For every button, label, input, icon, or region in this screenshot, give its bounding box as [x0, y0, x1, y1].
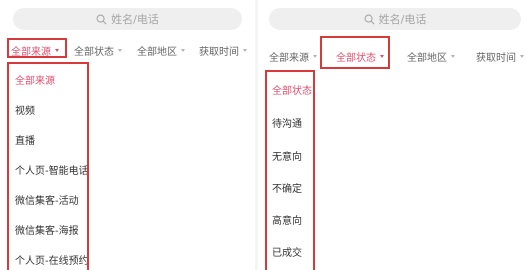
source-option[interactable]: 个人页-智能电话	[15, 162, 89, 177]
filter-region-label: 全部地区	[137, 47, 177, 58]
source-filter-panel: 姓名/电话 全部来源 全部状态 全部地区 获取时间 全部来源 视频 直播 个人页…	[0, 0, 255, 270]
status-option[interactable]: 全部状态	[272, 82, 312, 97]
search-icon	[96, 14, 107, 24]
status-filter-panel: 姓名/电话 全部来源 全部状态 全部地区 获取时间 全部状态 待沟通 无意向 不…	[258, 0, 527, 270]
source-option[interactable]: 个人页-在线预约	[15, 252, 89, 267]
filter-time-label: 获取时间	[476, 53, 516, 64]
caret-down-icon	[118, 49, 122, 52]
highlight-box	[265, 70, 315, 270]
search-icon	[364, 14, 375, 24]
filter-status-label: 全部状态	[74, 47, 114, 58]
filter-source-label: 全部来源	[269, 53, 309, 64]
caret-down-icon	[520, 55, 524, 58]
source-option[interactable]: 微信集客-活动	[15, 192, 79, 207]
filter-region[interactable]: 全部地区	[137, 43, 185, 58]
source-option[interactable]: 直播	[15, 132, 35, 147]
filter-time[interactable]: 获取时间	[199, 43, 247, 58]
status-option[interactable]: 高意向	[272, 212, 302, 227]
search-bar[interactable]: 姓名/电话	[13, 8, 242, 30]
source-option[interactable]: 微信集客-海报	[15, 222, 79, 237]
search-placeholder: 姓名/电话	[111, 13, 159, 26]
source-option[interactable]: 全部来源	[15, 72, 55, 87]
filter-region[interactable]: 全部地区	[407, 49, 455, 64]
search-bar[interactable]: 姓名/电话	[269, 8, 521, 30]
status-option[interactable]: 无意向	[272, 148, 302, 163]
filter-status[interactable]: 全部状态	[336, 49, 384, 64]
status-option[interactable]: 不确定	[272, 180, 302, 195]
filter-status[interactable]: 全部状态	[74, 43, 122, 58]
caret-down-icon	[243, 49, 247, 52]
filter-source[interactable]: 全部来源	[269, 49, 317, 64]
filter-region-label: 全部地区	[407, 53, 447, 64]
caret-down-icon	[380, 55, 384, 58]
filter-time[interactable]: 获取时间	[476, 49, 524, 64]
filter-source[interactable]: 全部来源	[11, 43, 59, 58]
caret-down-icon	[181, 49, 185, 52]
source-option[interactable]: 视频	[15, 102, 35, 117]
filter-time-label: 获取时间	[199, 47, 239, 58]
status-option[interactable]: 待沟通	[272, 115, 302, 130]
filter-source-label: 全部来源	[11, 47, 51, 58]
search-placeholder: 姓名/电话	[378, 13, 427, 26]
filter-status-label: 全部状态	[336, 53, 376, 64]
caret-down-icon	[451, 55, 455, 58]
caret-down-icon	[313, 55, 317, 58]
status-option[interactable]: 已成交	[272, 244, 302, 259]
caret-down-icon	[55, 49, 59, 52]
